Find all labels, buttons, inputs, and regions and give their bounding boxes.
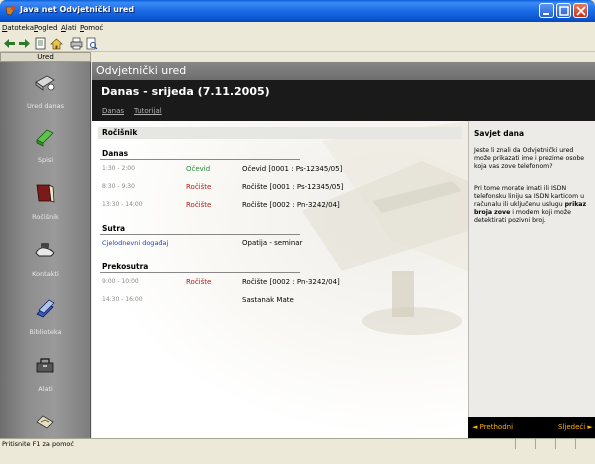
event-time: 1:30 - 2:00 (102, 165, 135, 172)
home-icon[interactable] (50, 37, 63, 50)
window-title: Java net Odvjetnički ured (20, 5, 135, 14)
sidebar: Ured danas Spisi Ročišnik Kontakti Bibli… (0, 62, 91, 450)
event-description[interactable]: Opatija - seminar (242, 239, 302, 247)
event-type: Ročište (186, 183, 212, 191)
dashboard-icon (35, 75, 55, 91)
tip-paragraph: Jeste li znali da Odvjetnički ured može … (474, 147, 585, 170)
event-time: 14:30 - 16:00 (102, 296, 143, 303)
document-icon[interactable] (34, 37, 47, 50)
maximize-icon (559, 6, 569, 16)
tip-navigation: ◄ Prethodni Sljedeći ► (468, 417, 595, 438)
group-title: Sutra (102, 224, 126, 233)
sidebar-item-kontakti[interactable]: Kontakti (0, 230, 91, 292)
menu-datoteka[interactable]: Datoteka (2, 24, 34, 32)
group-divider (100, 272, 300, 273)
library-icon (36, 299, 55, 318)
back-icon[interactable] (3, 37, 16, 50)
app-icon (5, 6, 15, 16)
sidebar-item-biblioteka[interactable]: Biblioteka (0, 288, 91, 350)
sidebar-item-spisi[interactable]: Spisi (0, 116, 91, 178)
menu-bar: Datoteka Pogled Alati Pomoć (0, 22, 595, 35)
event-time: 9:00 - 10:00 (102, 278, 139, 285)
sidebar-header: Ured (0, 52, 91, 62)
close-icon (576, 6, 586, 16)
menu-pogled[interactable]: Pogled (34, 24, 57, 32)
tabs-bar: Danas Tutorijal (92, 104, 595, 121)
admin-icon (36, 415, 54, 429)
event-type: Očevid (186, 165, 211, 173)
tab-danas[interactable]: Danas (102, 107, 124, 115)
sidebar-item-administracija[interactable]: Administracija (0, 402, 91, 464)
minimize-icon (543, 13, 549, 15)
close-button[interactable] (573, 3, 588, 18)
previous-tip-link[interactable]: ◄ Prethodni (472, 423, 513, 431)
tools-icon (36, 358, 54, 373)
tip-paragraph: Pri tome morate imati ili ISDN telefonsk… (474, 185, 587, 224)
group-title: Prekosutra (102, 262, 149, 271)
print-preview-icon[interactable] (85, 37, 98, 50)
sidebar-item-rocisnik[interactable]: Ročišnik (0, 173, 91, 235)
title-bar: Java net Odvjetnički ured (0, 0, 595, 22)
sidebar-item-ured-danas[interactable]: Ured danas (0, 62, 91, 124)
sidebar-item-alati[interactable]: Alati (0, 345, 91, 407)
event-time: 8:30 - 9:30 (102, 183, 135, 190)
book-icon (36, 184, 55, 203)
tab-tutorijal[interactable]: Tutorijal (134, 107, 162, 115)
next-tip-link[interactable]: Sljedeći ► (558, 423, 593, 431)
schedule-title: Ročišnik (98, 127, 462, 139)
event-time: 13:30 - 14:00 (102, 201, 143, 208)
event-description[interactable]: Ročište [0002 : Pn-3242/04] (242, 201, 340, 209)
event-type: Ročište (186, 278, 212, 286)
status-bar: Pritisnite F1 za pomoć (0, 438, 595, 449)
files-icon (36, 129, 54, 147)
event-description[interactable]: Ročište [0002 : Pn-3242/04] (242, 278, 340, 286)
app-window: Java net Odvjetnički ured Datoteka Pogle… (0, 0, 595, 450)
group-title: Danas (102, 149, 129, 158)
maximize-button[interactable] (556, 3, 571, 18)
event-type: Ročište (186, 201, 212, 209)
event-time: Cjelodnevni događaj (102, 239, 169, 247)
menu-alati[interactable]: Alati (61, 24, 77, 32)
group-divider (100, 234, 300, 235)
minimize-button[interactable] (539, 3, 554, 18)
event-description[interactable]: Sastanak Mate (242, 296, 294, 304)
schedule-panel: Ročišnik Danas 1:30 - 2:00 Očevid Očevid… (92, 121, 468, 438)
forward-icon[interactable] (18, 37, 31, 50)
contacts-icon (35, 243, 55, 257)
date-title: Danas - srijeda (7.11.2005) (92, 80, 595, 104)
group-divider (100, 159, 300, 160)
tip-panel: Savjet dana Jeste li znali da Odvjetničk… (468, 121, 595, 417)
event-description[interactable]: Ročište [0001 : Ps-12345/05] (242, 183, 343, 191)
status-text: Pritisnite F1 za pomoć (2, 440, 74, 448)
tip-title: Savjet dana (474, 129, 525, 138)
event-description[interactable]: Očevid [0001 : Ps-12345/05] (242, 165, 342, 173)
print-icon[interactable] (70, 37, 83, 50)
menu-pomoc[interactable]: Pomoć (80, 24, 103, 32)
page-title: Odvjetnički ured (92, 62, 595, 80)
toolbar (0, 35, 595, 52)
